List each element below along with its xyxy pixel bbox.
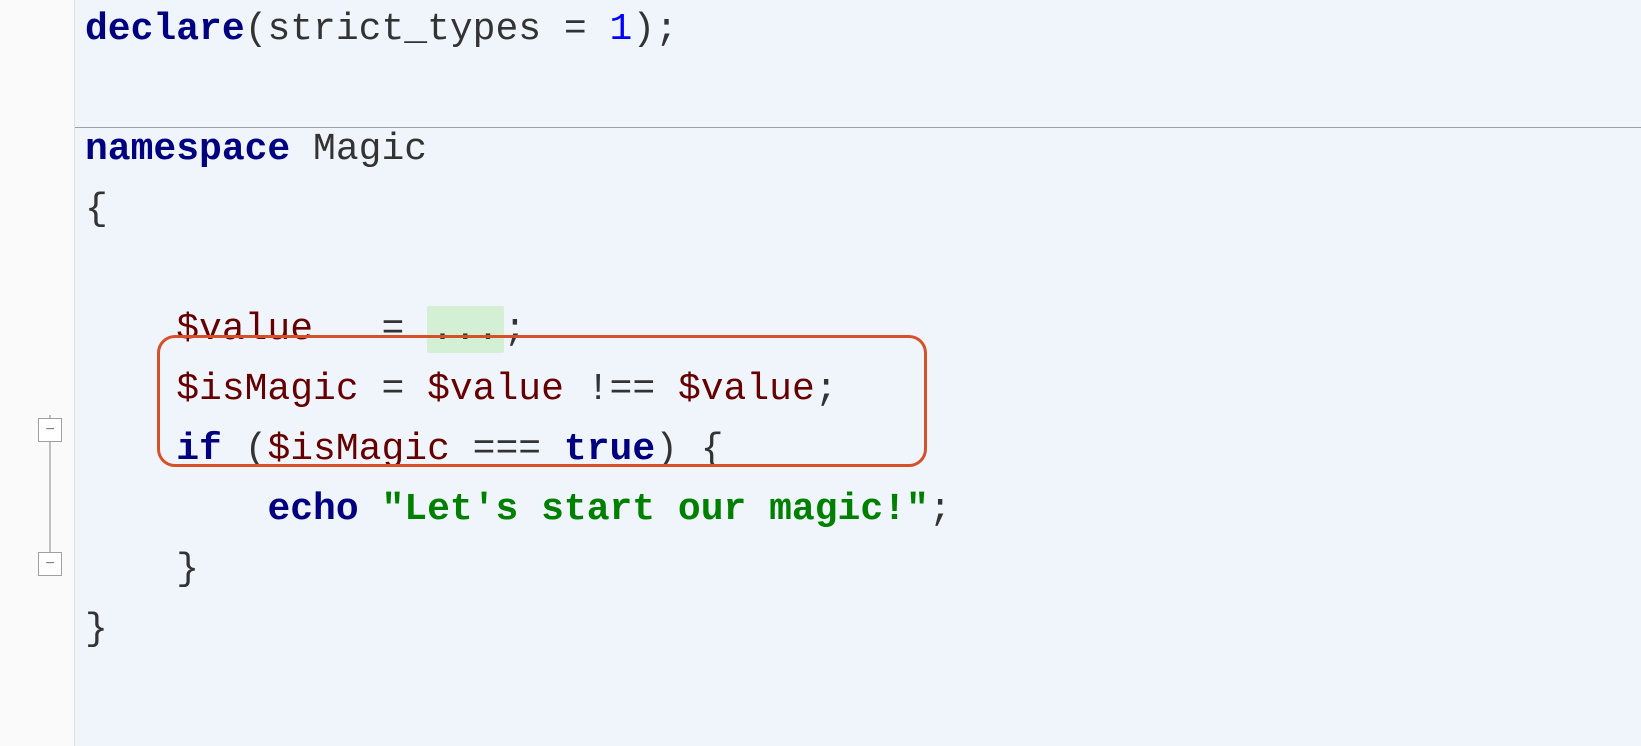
code-line-5[interactable]: [85, 240, 1631, 300]
horizontal-separator: [75, 127, 1641, 128]
code-line-7[interactable]: $isMagic = $value !== $value;: [85, 360, 1631, 420]
variable-value: $value: [678, 368, 815, 411]
brace-close: }: [85, 608, 108, 651]
variable-value: $value: [176, 308, 313, 351]
string-literal: "Let's start our magic!": [381, 488, 928, 531]
brace-open: {: [85, 188, 108, 231]
code-content[interactable]: declare(strict_types = 1); namespace Mag…: [75, 0, 1641, 746]
code-line-8[interactable]: if ($isMagic === true) {: [85, 420, 1631, 480]
code-line-10[interactable]: }: [85, 540, 1631, 600]
code-line-11[interactable]: }: [85, 600, 1631, 660]
operator-not-identical: !==: [564, 368, 678, 411]
code-line-2[interactable]: [85, 60, 1631, 120]
variable-ismagic: $isMagic: [176, 368, 358, 411]
code-line-4[interactable]: {: [85, 180, 1631, 240]
variable-ismagic: $isMagic: [267, 428, 449, 471]
number-literal: 1: [610, 8, 633, 51]
code-line-1[interactable]: declare(strict_types = 1);: [85, 0, 1631, 60]
boolean-true: true: [564, 428, 655, 471]
keyword-if: if: [176, 428, 222, 471]
keyword-namespace: namespace: [85, 128, 290, 171]
fold-marker-icon[interactable]: [38, 418, 62, 442]
code-line-9[interactable]: echo "Let's start our magic!";: [85, 480, 1631, 540]
fold-marker-icon[interactable]: [38, 552, 62, 576]
operator-identical: ===: [450, 428, 564, 471]
highlighted-ellipsis: ...: [427, 306, 503, 353]
declare-args: (strict_types =: [245, 8, 610, 51]
editor-gutter[interactable]: [0, 0, 75, 746]
keyword-echo: echo: [267, 488, 358, 531]
keyword-declare: declare: [85, 8, 245, 51]
code-editor[interactable]: declare(strict_types = 1); namespace Mag…: [0, 0, 1641, 746]
namespace-name: Magic: [290, 128, 427, 171]
declare-end: );: [632, 8, 678, 51]
brace-close: }: [176, 548, 199, 591]
code-line-6[interactable]: $value = ...;: [85, 300, 1631, 360]
variable-value: $value: [427, 368, 564, 411]
code-line-3[interactable]: namespace Magic: [85, 120, 1631, 180]
